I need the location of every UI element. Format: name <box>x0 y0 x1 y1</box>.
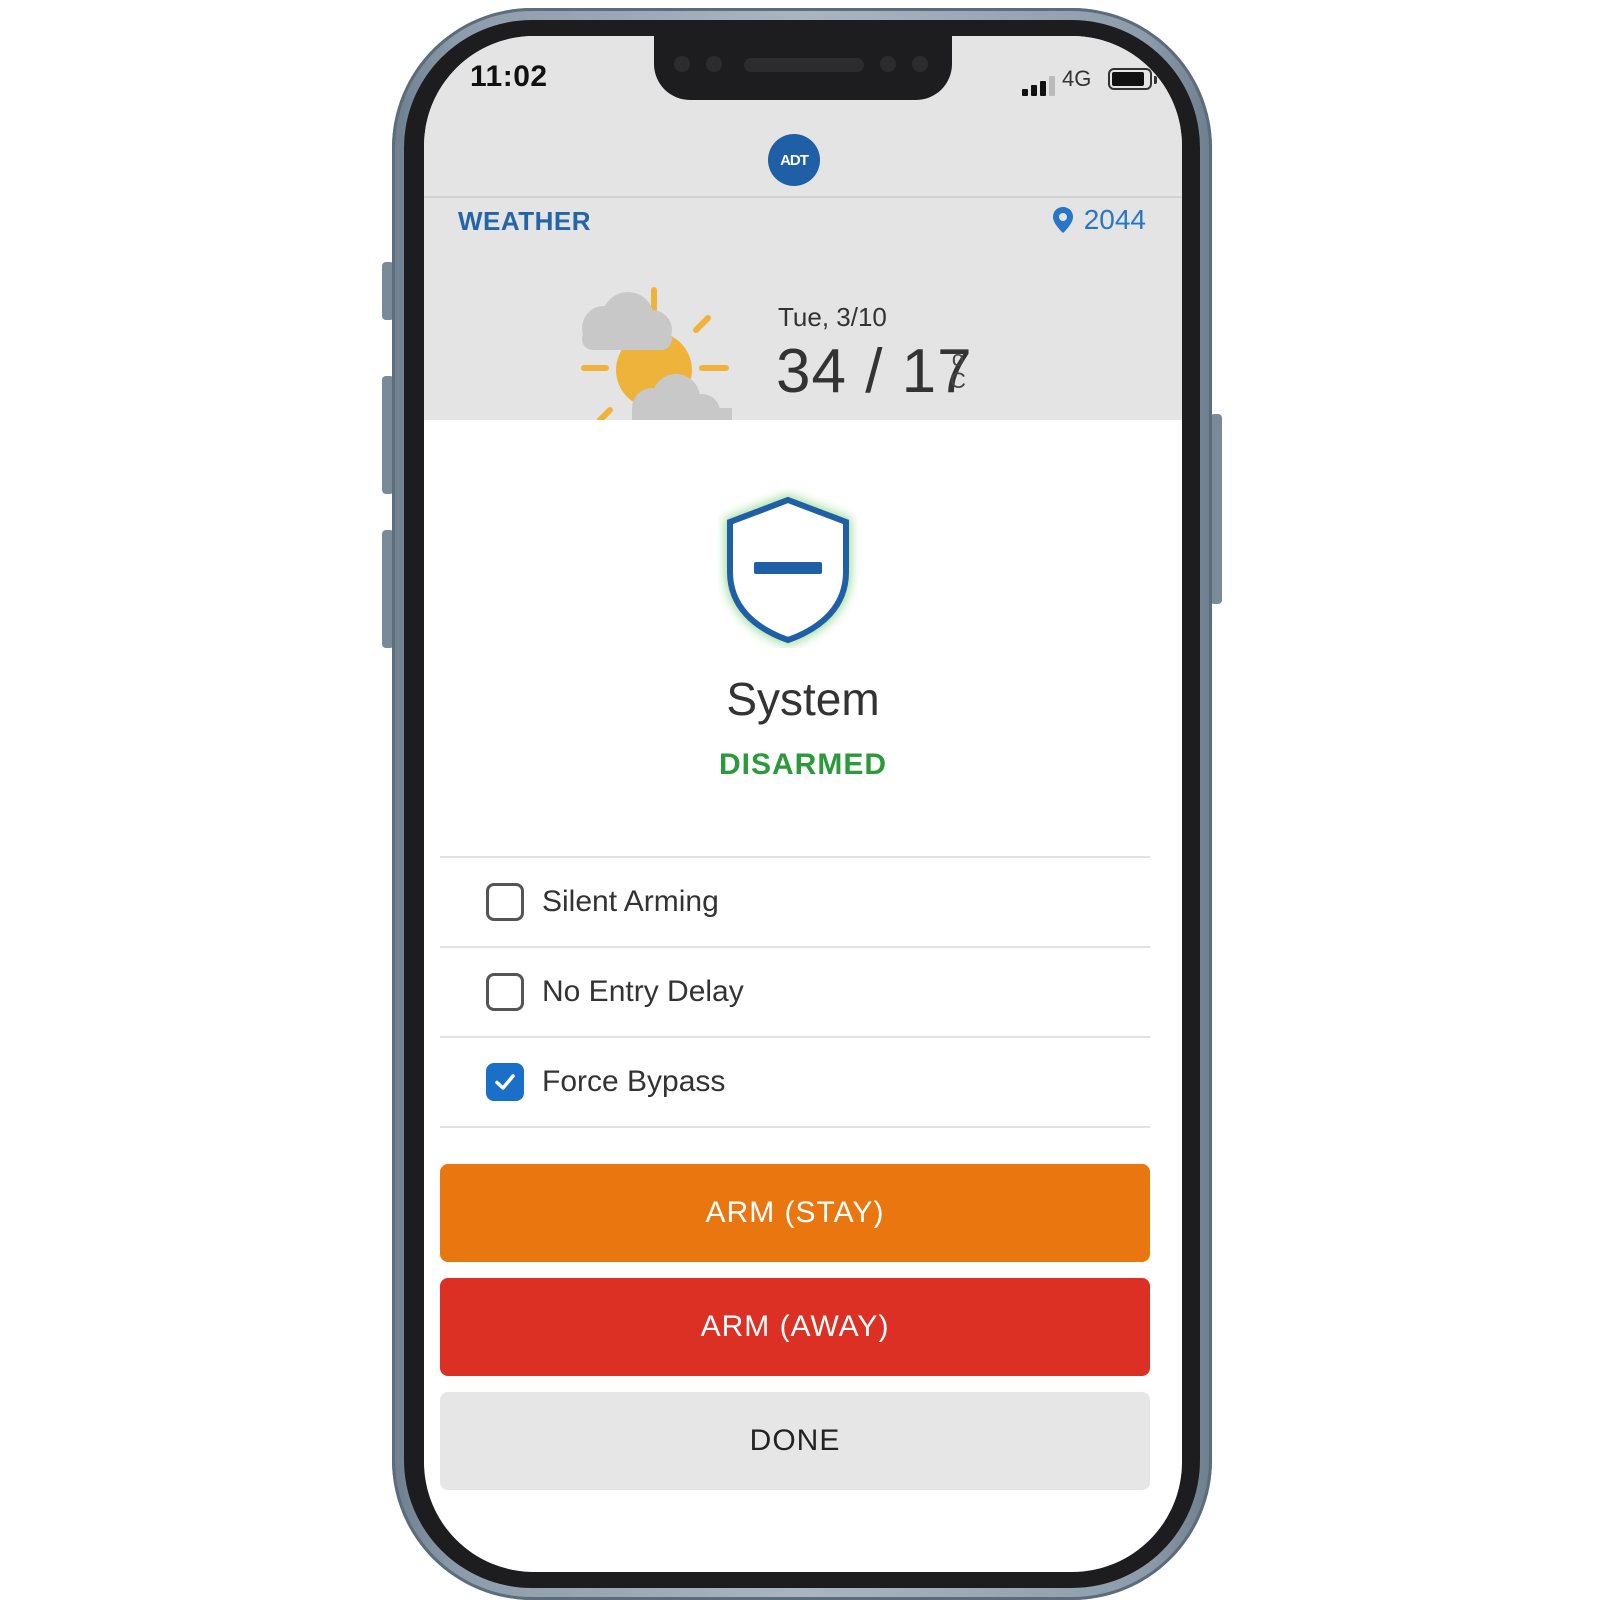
header-divider <box>424 196 1182 198</box>
weather-temperature: 34 / 17 <box>776 337 973 406</box>
camera-dot <box>706 56 722 72</box>
option-force-bypass[interactable]: Force Bypass <box>440 1038 1150 1128</box>
location-selector[interactable]: 2044 <box>1052 204 1146 236</box>
option-silent-arming[interactable]: Silent Arming <box>440 858 1150 948</box>
location-pin-icon <box>1052 207 1073 233</box>
sensor-dot <box>912 56 928 72</box>
earpiece-speaker <box>744 58 864 72</box>
signal-icon <box>1022 76 1062 96</box>
device-mockup: 11:02 4G ADT WEATHER 2044 Tue, 3/10 34 /… <box>0 0 1600 1600</box>
partly-sunny-icon <box>581 287 732 420</box>
battery-icon <box>1108 68 1152 90</box>
checkmark-icon <box>495 1074 515 1090</box>
no-entry-delay-checkbox[interactable] <box>486 973 524 1011</box>
system-status: DISARMED <box>718 748 887 781</box>
network-type: 4G <box>1062 66 1092 91</box>
adt-logo: ADT <box>768 134 820 186</box>
arm-stay-button[interactable]: ARM (STAY) <box>440 1164 1150 1262</box>
unit-scale: C <box>950 368 966 393</box>
force-bypass-checkbox[interactable] <box>486 1063 524 1101</box>
option-label: No Entry Delay <box>542 975 744 1008</box>
system-title: System <box>726 673 880 725</box>
option-label: Force Bypass <box>542 1065 726 1098</box>
option-label: Silent Arming <box>542 885 719 918</box>
arm-away-button[interactable]: ARM (AWAY) <box>440 1278 1150 1376</box>
done-button[interactable]: DONE <box>440 1392 1150 1490</box>
sensor-dot <box>880 56 896 72</box>
header-area: 11:02 4G ADT WEATHER 2044 Tue, 3/10 34 /… <box>424 36 1182 420</box>
status-time: 11:02 <box>470 60 548 93</box>
camera-notch <box>654 36 952 100</box>
sensor-dot <box>674 56 690 72</box>
arming-options-list: Silent Arming No Entry Delay Force Bypas… <box>440 856 1150 1132</box>
degree-symbol: o <box>951 346 965 371</box>
location-code: 2044 <box>1083 204 1146 235</box>
temperature-unit: o C <box>950 348 966 392</box>
option-no-entry-delay[interactable]: No Entry Delay <box>440 948 1150 1038</box>
silent-arming-checkbox[interactable] <box>486 883 524 921</box>
weather-date: Tue, 3/10 <box>778 302 887 332</box>
next-option-peek <box>440 1128 1150 1132</box>
battery-tip <box>1154 76 1157 84</box>
weather-label: WEATHER <box>458 206 592 236</box>
app-screen: 11:02 4G ADT WEATHER 2044 Tue, 3/10 34 /… <box>424 36 1182 1572</box>
shield-disarmed-icon <box>725 494 851 646</box>
